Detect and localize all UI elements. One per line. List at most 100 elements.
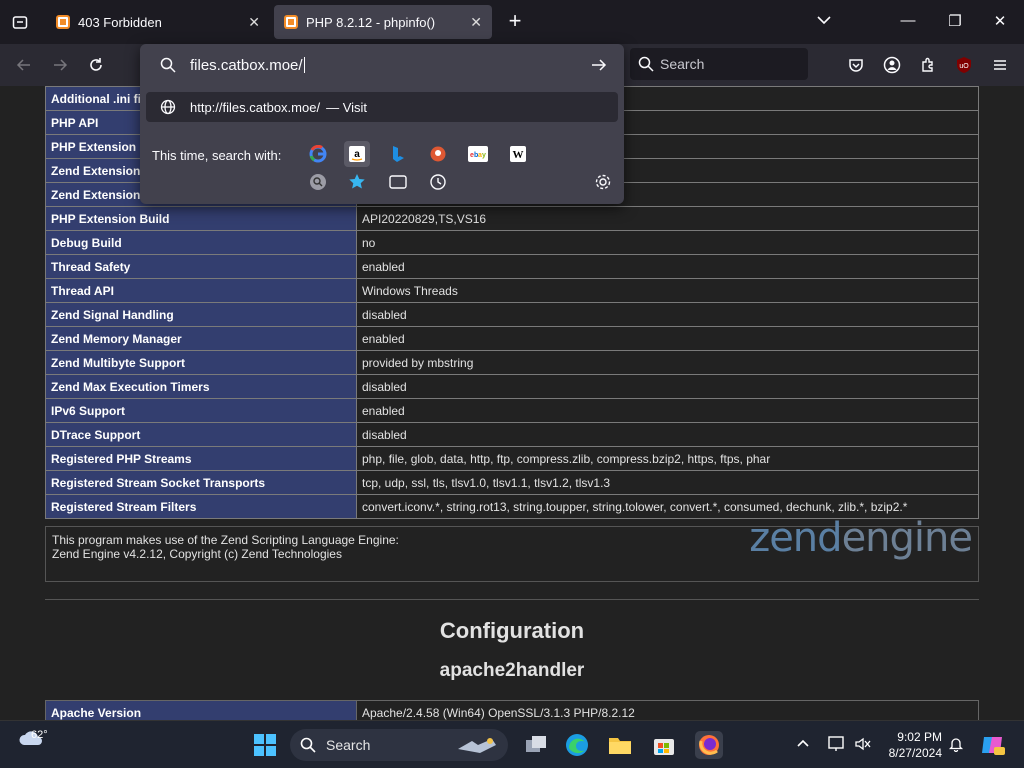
engine-duckduckgo-button[interactable] (425, 141, 451, 167)
tabs-search-button[interactable] (385, 169, 411, 195)
reload-icon (90, 58, 102, 71)
url-suggestion-row[interactable]: http://files.catbox.moe/ — Visit (146, 92, 618, 122)
row-value: provided by mbstring (356, 350, 979, 375)
row-key: DTrace Support (45, 422, 357, 447)
table-row: Zend Memory Manager enabled (45, 326, 979, 351)
tab-close-icon[interactable]: ✕ (248, 14, 260, 31)
tab-bar: 403 Forbidden ✕ PHP 8.2.12 - phpinfo() ✕… (0, 0, 1024, 44)
search-icon (160, 57, 176, 73)
account-icon (883, 56, 901, 74)
row-value: Windows Threads (356, 278, 979, 303)
edge-button[interactable] (563, 731, 591, 759)
store-icon (654, 739, 674, 755)
taskbar-search-label: Search (326, 737, 371, 753)
google-icon (309, 145, 327, 163)
address-bar-value: files.catbox.moe/ (190, 56, 303, 74)
file-explorer-button[interactable] (606, 731, 634, 759)
app-menu-button[interactable] (989, 54, 1011, 76)
tab-phpinfo[interactable]: PHP 8.2.12 - phpinfo() ✕ (274, 5, 492, 39)
pocket-button[interactable] (845, 54, 867, 76)
row-key: Registered Stream Filters (45, 494, 357, 519)
edge-icon (566, 734, 588, 756)
forward-button[interactable] (49, 54, 71, 76)
row-key: IPv6 Support (45, 398, 357, 423)
clock-icon (430, 174, 446, 190)
account-button[interactable] (881, 54, 903, 76)
table-row: Zend Max Execution Timers disabled (45, 374, 979, 399)
toolbar-search-input[interactable]: Search (630, 48, 808, 80)
suggestion-url: http://files.catbox.moe/ (190, 99, 321, 115)
search-icon (300, 737, 316, 753)
row-key: Apache Version (45, 700, 357, 720)
tab-icon (389, 175, 407, 189)
puzzle-icon (922, 57, 933, 72)
extensions-button[interactable] (917, 54, 939, 76)
zend-engine-logo[interactable]: zendengine (749, 518, 973, 558)
table-row: Zend Signal Handling disabled (45, 302, 979, 327)
engine-amazon-button[interactable]: a (344, 141, 370, 167)
search-settings-button[interactable] (590, 169, 616, 195)
bookmarks-search-button[interactable] (344, 169, 370, 195)
firefox-button[interactable] (695, 731, 723, 759)
display-tray-button[interactable] (828, 736, 846, 755)
row-key: Zend Multibyte Support (45, 350, 357, 375)
back-button[interactable] (13, 54, 35, 76)
table-row: DTrace Support disabled (45, 422, 979, 447)
history-search-button[interactable] (425, 169, 451, 195)
new-tab-button[interactable]: + (504, 10, 526, 32)
table-row: IPv6 Support enabled (45, 398, 979, 423)
section-title: Configuration (439, 618, 585, 643)
magnifier-engine-icon (310, 174, 326, 190)
search-placeholder: Search (660, 56, 705, 72)
ublock-button[interactable]: uO (953, 54, 975, 76)
taskbar-search[interactable]: Search (290, 729, 508, 761)
engine-wikipedia-button[interactable]: W (505, 141, 531, 167)
volume-muted-button[interactable] (854, 736, 872, 755)
amazon-icon: a (349, 146, 365, 162)
divider (45, 599, 979, 600)
row-value: disabled (356, 422, 979, 447)
weather-widget[interactable]: 62° (18, 727, 48, 752)
system-clock[interactable]: 9:02 PM 8/27/2024 (884, 729, 942, 761)
search-icon (638, 56, 654, 72)
go-arrow-icon[interactable] (590, 56, 608, 74)
engine-google-button[interactable] (305, 141, 331, 167)
row-value: tcp, udp, ssl, tls, tlsv1.0, tlsv1.1, tl… (356, 470, 979, 495)
microsoft-store-button[interactable] (650, 731, 678, 759)
firefox-icon (699, 735, 719, 755)
table-row: Debug Build no (45, 230, 979, 255)
table-row: Zend Multibyte Support provided by mbstri… (45, 350, 979, 375)
tab-list-button[interactable] (0, 0, 40, 44)
bing-icon (393, 146, 404, 162)
reload-button[interactable] (85, 54, 107, 76)
row-value: php, file, glob, data, http, ftp, compre… (356, 446, 979, 471)
start-button[interactable] (253, 733, 277, 762)
arrow-left-icon (16, 59, 30, 71)
row-key: PHP Extension Build (45, 206, 357, 231)
windows-logo-icon (254, 734, 276, 756)
tab-title: PHP 8.2.12 - phpinfo() (306, 14, 436, 30)
pocket-icon (849, 59, 863, 72)
notifications-button[interactable] (948, 736, 964, 755)
row-value: enabled (356, 254, 979, 279)
copilot-button[interactable] (980, 733, 1006, 760)
engine-ebay-button[interactable]: ebay (465, 141, 491, 167)
ebay-icon: ebay (468, 146, 488, 162)
screen: { "browser": { "tabs": [ {"title": "403 … (0, 0, 1024, 768)
address-bar-input[interactable]: files.catbox.moe/ (146, 48, 618, 82)
close-window-button[interactable]: ✕ (990, 12, 1010, 32)
row-key: Zend Memory Manager (45, 326, 357, 351)
clock-time: 9:02 PM (897, 730, 942, 744)
task-view-button[interactable] (522, 731, 550, 759)
show-hidden-icons-button[interactable] (796, 736, 810, 753)
tab-close-icon[interactable]: ✕ (470, 14, 482, 31)
minimize-button[interactable]: — (898, 12, 918, 32)
list-all-tabs-button[interactable] (816, 12, 832, 33)
table-row: Thread API Windows Threads (45, 278, 979, 303)
monitor-icon (828, 736, 844, 751)
maximize-button[interactable]: ❐ (945, 12, 965, 32)
engine-search-button[interactable] (305, 169, 331, 195)
tab-403-forbidden[interactable]: 403 Forbidden ✕ (46, 5, 270, 39)
engine-bing-button[interactable] (385, 141, 411, 167)
table-row: Registered Stream Socket Transports tcp, … (45, 470, 979, 495)
